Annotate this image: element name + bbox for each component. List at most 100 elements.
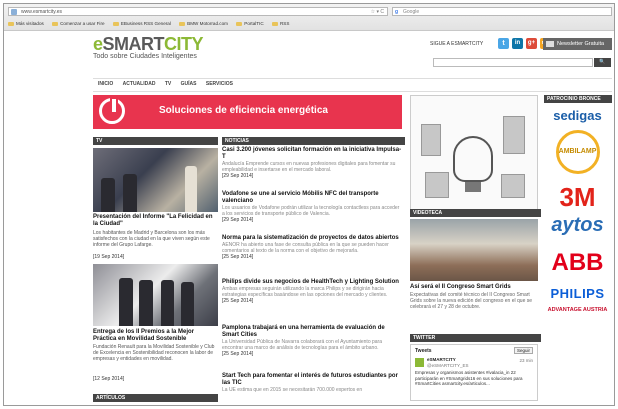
nav-item-tv[interactable]: TV: [165, 81, 171, 87]
news-item[interactable]: Philips divide sus negocios de HealthTec…: [222, 279, 402, 304]
bookmark-label: RSS: [279, 21, 290, 26]
tv-photo-2[interactable]: [93, 264, 218, 326]
tweet-handle: @eSMARTCITY_ES: [427, 363, 469, 368]
news-title[interactable]: Start Tech para fomentar el interés de f…: [222, 373, 402, 387]
bookmark-item[interactable]: Comenzar a usar Fire: [52, 19, 105, 28]
sponsor-sedigas[interactable]: sedigas: [544, 108, 611, 123]
sponsor-aytos[interactable]: aytos: [544, 214, 611, 236]
tweets-label: Tweets: [415, 348, 432, 354]
newsletter-button[interactable]: Newsletter Gratuita: [543, 38, 612, 50]
news-text: Ambas empresas seguirán utilizando la ma…: [222, 286, 388, 298]
news-title[interactable]: Casi 3.200 jóvenes solicitan formación e…: [222, 147, 402, 161]
tv-item-title[interactable]: Presentación del Informe "La Felicidad e…: [93, 214, 217, 228]
folder-icon: [271, 21, 278, 26]
newsletter-label: Newsletter Gratuita: [557, 41, 605, 47]
tv-photo-1[interactable]: [93, 148, 218, 212]
tv-item-title[interactable]: Entrega de los II Premios a la Mejor Prá…: [93, 329, 217, 343]
bookmark-label: BMW Motorrad.com: [187, 21, 228, 26]
magnifier-icon: 🔍: [599, 59, 606, 65]
folder-icon: [236, 21, 243, 26]
news-title[interactable]: Norma para la sistematización de proyect…: [222, 235, 402, 242]
search-button[interactable]: 🔍: [594, 58, 611, 67]
address-url: www.esmartcity.es: [21, 9, 63, 15]
tweet-account[interactable]: eSMARTCITY: [427, 357, 456, 362]
sponsor-philips[interactable]: PHILIPS: [544, 286, 611, 301]
video-title[interactable]: Así será el II Congreso Smart Grids: [410, 284, 511, 290]
news-item[interactable]: Norma para la sistematización de proyect…: [222, 235, 402, 260]
sponsor-advantage-austria[interactable]: ADVANTAGE AUSTRIA: [544, 307, 611, 313]
folder-icon: [112, 21, 119, 26]
google-plus-icon[interactable]: g+: [526, 38, 537, 49]
news-date: [29 Sep 2014]: [222, 217, 254, 223]
folder-icon: [8, 21, 14, 26]
nav-item-actualidad[interactable]: ACTUALIDAD: [123, 81, 156, 87]
news-text: Los usuarios de Vodafone podrán utilizar…: [222, 205, 400, 217]
avatar[interactable]: [415, 358, 424, 367]
bookmark-item[interactable]: Más visitados: [8, 19, 44, 28]
figure-shape: [185, 166, 197, 212]
sponsor-label: PHILIPS: [550, 286, 605, 301]
sponsor-ambilamp[interactable]: AMBILAMP: [544, 130, 611, 176]
news-text: Andalucía Emprende cursos en nuevas prof…: [222, 161, 396, 173]
news-item[interactable]: Pamplona trabajará en una herramienta de…: [222, 325, 402, 357]
site-tagline: Todo sobre Ciudades Inteligentes: [93, 53, 197, 60]
news-item[interactable]: Casi 3.200 jóvenes solicitan formación e…: [222, 147, 402, 179]
news-section-header: NOTICIAS: [222, 137, 405, 145]
twitter-icon[interactable]: t: [498, 38, 509, 49]
nav-item-inicio[interactable]: INICIO: [98, 81, 113, 87]
news-title[interactable]: Vodafone se une al servicio Móbilis NFC …: [222, 191, 402, 205]
news-title[interactable]: Pamplona trabajará en una herramienta de…: [222, 325, 402, 339]
twitter-follow-button[interactable]: Seguir: [513, 347, 533, 354]
energy-banner[interactable]: Soluciones de eficiencia energética: [93, 95, 402, 129]
building-shape: [503, 116, 525, 154]
figure-shape: [139, 280, 153, 326]
news-date: [25 Sep 2014]: [222, 254, 254, 260]
bookmark-label: Más visitados: [16, 21, 44, 26]
news-date: [25 Sep 2014]: [222, 298, 254, 304]
articles-section-header: ARTÍCULOS: [93, 394, 218, 402]
reload-icon[interactable]: ☆ ▾ C: [371, 8, 384, 16]
site-logo[interactable]: eSMARTCITY: [93, 34, 204, 54]
sponsor-label: 3M: [559, 182, 596, 212]
figure-shape: [161, 280, 174, 326]
video-thumbnail[interactable]: [410, 219, 538, 281]
sponsor-label: sedigas: [553, 108, 602, 123]
bookmark-label: PortalTIC: [244, 21, 264, 26]
folder-icon: [179, 21, 186, 26]
browser-search-input[interactable]: g Google: [392, 7, 612, 16]
news-item[interactable]: Start Tech para fomentar el interés de f…: [222, 373, 402, 393]
main-nav: INICIO ACTUALIDAD TV GUÍAS SERVICIOS: [93, 78, 612, 92]
site-search-input[interactable]: [433, 58, 593, 67]
logo-smart: SMART: [102, 34, 165, 54]
sponsor-abb[interactable]: ABB: [544, 250, 611, 276]
bookmark-label: EBusiness RSS General: [120, 21, 171, 26]
smart-city-illustration[interactable]: [410, 95, 538, 211]
linkedin-icon[interactable]: in: [512, 38, 523, 49]
tv-item-date: [19 Sep 2014]: [93, 254, 125, 260]
sponsors-header: PATROCINIO BRONCE: [544, 95, 612, 103]
tweet-time: 23 min: [519, 358, 533, 363]
bookmark-item[interactable]: RSS: [271, 19, 290, 28]
nav-item-servicios[interactable]: SERVICIOS: [206, 81, 233, 87]
sponsor-label: ADVANTAGE AUSTRIA: [547, 307, 608, 313]
figure-shape: [123, 174, 137, 212]
bookmark-item[interactable]: BMW Motorrad.com: [179, 19, 228, 28]
news-text: AENOR ha abierto una fase de consulta pú…: [222, 242, 389, 254]
google-icon: g: [395, 9, 399, 15]
sponsor-label: ABB: [551, 249, 604, 276]
figure-shape: [101, 178, 115, 212]
news-date: [29 Sep 2014]: [222, 173, 254, 179]
bookmark-item[interactable]: EBusiness RSS General: [112, 19, 171, 28]
news-title[interactable]: Philips divide sus negocios de HealthTec…: [222, 279, 402, 286]
news-text: La Universidad Pública de Navarra colabo…: [222, 339, 383, 351]
address-bar[interactable]: www.esmartcity.es ☆ ▾ C: [8, 7, 388, 16]
sponsor-3m[interactable]: 3M: [544, 184, 611, 210]
news-item[interactable]: Vodafone se une al servicio Móbilis NFC …: [222, 191, 402, 223]
follow-label: SIGUE A ESMARTCITY: [430, 41, 484, 47]
bookmark-item[interactable]: PortalTIC: [236, 19, 264, 28]
lightbulb-icon: [453, 136, 493, 192]
news-date: [25 Sep 2014]: [222, 351, 254, 357]
nav-item-guias[interactable]: GUÍAS: [181, 81, 197, 87]
twitter-widget: Tweets Seguir eSMARTCITY @eSMARTCITY_ES …: [410, 344, 538, 401]
tv-item-date: [12 Sep 2014]: [93, 376, 125, 382]
